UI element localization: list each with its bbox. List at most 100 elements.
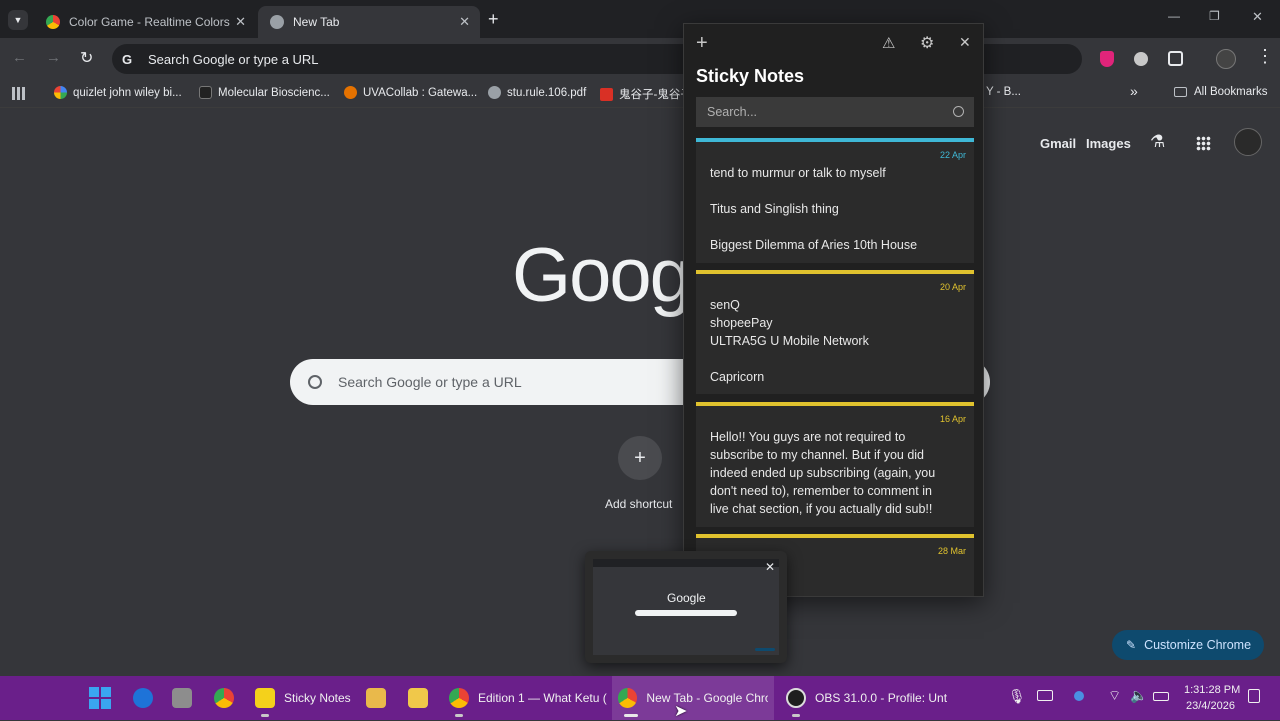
- running-indicator: [792, 714, 800, 717]
- note-line: senQ: [710, 298, 740, 312]
- gear-icon[interactable]: ⚙: [920, 33, 934, 53]
- omnibox-text: Search Google or type a URL: [148, 51, 319, 67]
- bookmark-guiguzi[interactable]: 鬼谷子-鬼谷子: [600, 86, 692, 102]
- apps-grid-icon[interactable]: [12, 87, 25, 100]
- bookmarks-overflow-icon[interactable]: »: [1130, 83, 1138, 99]
- shield-extension-icon[interactable]: [1100, 51, 1114, 67]
- bookmark-stu-rule[interactable]: stu.rule.106.pdf: [488, 86, 586, 99]
- account-avatar[interactable]: [1234, 128, 1262, 156]
- bookmark-molecular[interactable]: Molecular Bioscienc...: [199, 86, 330, 99]
- close-icon[interactable]: ✕: [959, 34, 971, 51]
- customize-chrome-button[interactable]: ✎ Customize Chrome: [1112, 630, 1264, 660]
- camera-app[interactable]: [172, 676, 192, 720]
- running-indicator: [455, 714, 463, 717]
- uva-icon: [344, 86, 357, 99]
- new-note-icon[interactable]: +: [696, 32, 708, 55]
- battery-icon[interactable]: [1153, 692, 1169, 701]
- clock-time[interactable]: 1:31:28 PM: [1184, 684, 1240, 696]
- tab-color-game[interactable]: Color Game - Realtime Colors ✕: [34, 6, 256, 38]
- menu-icon[interactable]: ⋮: [1256, 46, 1274, 67]
- photos-app[interactable]: [366, 676, 386, 720]
- bluetooth-icon: [133, 688, 153, 708]
- add-shortcut-button[interactable]: +: [618, 436, 662, 480]
- sticky-notes-title: Sticky Notes: [696, 66, 805, 86]
- bluetooth-app[interactable]: [133, 676, 153, 720]
- notification-icon[interactable]: [1248, 689, 1260, 703]
- note-line: ULTRA5G U Mobile Network: [710, 334, 869, 348]
- note-card[interactable]: 20 Apr senQ shopeePay ULTRA5G U Mobile N…: [696, 270, 974, 394]
- chrome-favicon-icon: [46, 15, 60, 29]
- thumbnail-google-logo: Google: [667, 591, 706, 605]
- bookmarks-bar: quizlet john wiley bi... Molecular Biosc…: [0, 80, 1280, 108]
- back-arrow-icon[interactable]: ←: [12, 49, 27, 66]
- minimize-button[interactable]: —: [1168, 9, 1180, 23]
- reload-icon[interactable]: ↻: [80, 48, 93, 68]
- google-apps-icon[interactable]: [1196, 136, 1211, 151]
- puzzle-extensions-icon[interactable]: [1168, 51, 1183, 66]
- thumbnail-tabbar: [593, 559, 779, 567]
- globe-icon: [488, 86, 501, 99]
- running-indicator: [261, 714, 269, 717]
- google-icon: [54, 86, 67, 99]
- taskbar-chrome-newtab[interactable]: New Tab - Google Chro: [612, 676, 774, 720]
- chrome-icon: [618, 688, 638, 708]
- microphone-icon[interactable]: 🎙: [1008, 688, 1026, 705]
- new-tab-button[interactable]: +: [488, 9, 499, 30]
- bookmark-quizlet[interactable]: quizlet john wiley bi...: [54, 86, 182, 99]
- gmail-link[interactable]: Gmail: [1040, 136, 1076, 151]
- taskbar-obs[interactable]: OBS 31.0.0 - Profile: Unt: [786, 676, 947, 720]
- profile-avatar[interactable]: [1216, 49, 1236, 69]
- file-explorer-app[interactable]: [408, 676, 428, 720]
- maximize-button[interactable]: ❐: [1209, 9, 1220, 23]
- sticky-notes-window: + ⚠ ⚙ ✕ Sticky Notes Search... 22 Apr te…: [683, 23, 984, 597]
- note-card[interactable]: 16 Apr Hello!! You guys are not required…: [696, 402, 974, 527]
- search-tray-icon[interactable]: [1074, 691, 1084, 701]
- note-card[interactable]: 22 Apr tend to murmur or talk to myself …: [696, 138, 974, 263]
- chrome-app[interactable]: [214, 676, 234, 720]
- tab-close-icon[interactable]: ✕: [459, 14, 470, 30]
- folder-icon: [1174, 87, 1187, 97]
- note-date: 22 Apr: [939, 150, 966, 160]
- taskbar: Sticky Notes Edition 1 — What Ketu ( New…: [0, 676, 1280, 720]
- note-line: tend to murmur or talk to myself: [710, 166, 886, 180]
- plus-icon: +: [634, 446, 646, 469]
- thumbnail-page: Google: [593, 559, 779, 655]
- note-line: indeed ended up subscribing (again, you: [710, 466, 936, 480]
- taskbar-sticky-notes[interactable]: Sticky Notes: [255, 676, 351, 720]
- tab-search-button[interactable]: ▼: [8, 10, 28, 30]
- extension-icon[interactable]: [1134, 52, 1148, 66]
- search-icon: [953, 106, 964, 117]
- taskbar-preview-thumbnail[interactable]: Google ✕: [585, 551, 787, 663]
- note-line: Capricorn: [710, 370, 765, 384]
- tab-new-tab[interactable]: New Tab ✕: [258, 6, 480, 38]
- chrome-favicon-icon: [270, 15, 284, 29]
- note-date: 28 Mar: [937, 546, 966, 556]
- thumbnail-close-icon[interactable]: ✕: [765, 560, 775, 574]
- warning-icon[interactable]: ⚠: [882, 34, 895, 52]
- red-site-icon: [600, 87, 613, 101]
- tab-strip: ▼ Color Game - Realtime Colors ✕ New Tab…: [0, 0, 1280, 38]
- images-link[interactable]: Images: [1086, 136, 1131, 151]
- labs-flask-icon[interactable]: ⚗: [1150, 132, 1165, 152]
- windows-logo-icon: [89, 687, 111, 709]
- google-logo: Goog: [512, 233, 692, 318]
- volume-icon[interactable]: 🔈: [1130, 687, 1147, 704]
- wifi-icon[interactable]: ⌔: [1108, 687, 1121, 705]
- window-close-button[interactable]: ✕: [1252, 9, 1263, 25]
- all-bookmarks[interactable]: All Bookmarks: [1174, 86, 1268, 98]
- notes-search-input[interactable]: Search...: [696, 97, 974, 127]
- keyboard-icon[interactable]: [1037, 690, 1053, 701]
- note-date: 16 Apr: [939, 414, 966, 424]
- clock-date[interactable]: 23/4/2026: [1186, 700, 1235, 712]
- taskbar-chrome-edition[interactable]: Edition 1 — What Ketu (: [449, 676, 607, 720]
- thumbnail-search-box: [635, 610, 737, 616]
- bookmark-uvacollab[interactable]: UVACollab : Gatewa...: [344, 86, 477, 99]
- bookmark-partial[interactable]: Y - B...: [986, 86, 1021, 98]
- sticky-notes-icon: [255, 688, 275, 708]
- search-icon: [308, 375, 322, 389]
- forward-arrow-icon[interactable]: →: [46, 49, 61, 66]
- tab-close-icon[interactable]: ✕: [235, 14, 246, 30]
- note-line: shopeePay: [710, 316, 773, 330]
- start-button[interactable]: [89, 676, 111, 720]
- search-placeholder: Search...: [707, 105, 758, 119]
